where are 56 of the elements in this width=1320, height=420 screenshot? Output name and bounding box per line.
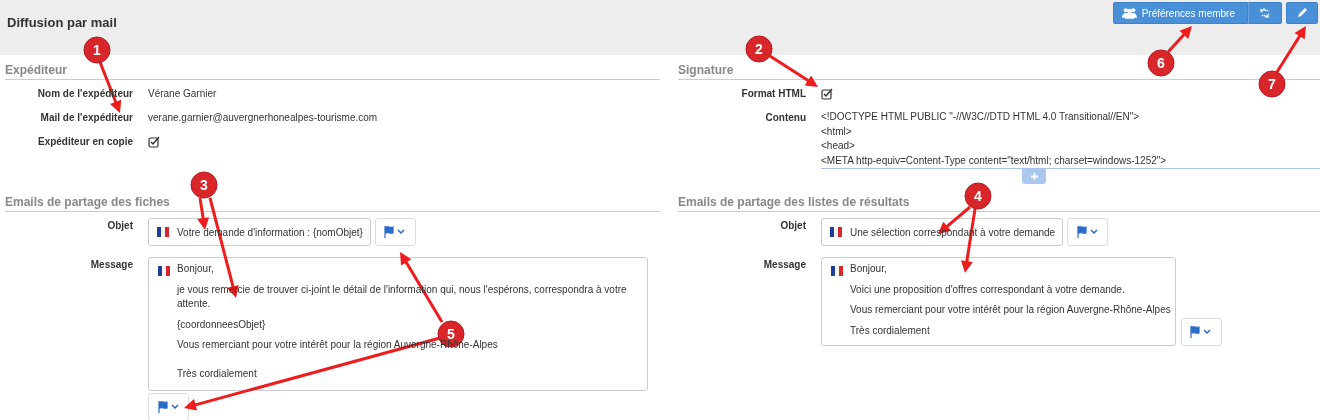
unlink-button[interactable] (1248, 2, 1282, 24)
edit-button[interactable] (1286, 2, 1318, 24)
html-content-box[interactable]: <!DOCTYPE HTML PUBLIC "-//W3C//DTD HTML 4.0 Transitional//EN"> <html> <head> <META http-equiv=Content-Type content="text/html; charset=windows-1252"> (821, 110, 1320, 169)
field-label: Objet (779, 219, 807, 233)
language-dropdown[interactable] (1067, 218, 1109, 246)
annotation-arrow (1275, 26, 1306, 73)
annotation-arrow (769, 54, 818, 87)
message-paragraph: Très cordialement (850, 323, 931, 338)
callout-marker: 2 (745, 35, 773, 63)
code-line: <head> (821, 139, 856, 153)
callout-marker: 4 (964, 182, 992, 210)
flag-caret-icon (1076, 226, 1099, 238)
field-label: Message (89, 258, 134, 272)
field-label: Expéditeur en copie (36, 135, 134, 149)
message-paragraph: Voici une proposition d'offres correspondant à votre demande. (850, 282, 1126, 297)
message-field[interactable] (148, 257, 648, 391)
code-line: <!DOCTYPE HTML PUBLIC "-//W3C//DTD HTML 4.0 Transitional//EN"> (821, 110, 1141, 124)
flag-caret-icon (384, 226, 407, 238)
page-title: Diffusion par mail (7, 15, 117, 30)
field-label: Format HTML (740, 87, 807, 101)
section-heading: Expéditeur (5, 63, 660, 80)
language-dropdown[interactable] (1180, 318, 1222, 346)
callout-marker: 1 (83, 36, 111, 64)
field-value: Vérane Garnier (148, 87, 217, 101)
message-paragraph: Très cordialement (177, 366, 258, 381)
callout-marker: 7 (1258, 70, 1286, 98)
flag-icon (158, 265, 170, 277)
flag-icon (157, 226, 169, 238)
pencil-icon (1296, 7, 1308, 19)
flag-icon (831, 265, 843, 277)
message-paragraph: Vous remerciant pour votre intérêt pour la région Auvergne-Rhône-Alpes (850, 303, 1171, 317)
message-field[interactable]: Bonjour, Voici une proposition d'offres correspondant à votre demande. Vous remerciant pour votre intérêt pour la région Auvergne-Rhône-Alpes Très cordialement (821, 257, 1176, 346)
field-value: verane.garnier@auvergnerhonealpes-tourisme.com (148, 111, 378, 125)
message-paragraph: Bonjour, (177, 262, 215, 276)
callout-marker: 3 (190, 171, 218, 199)
code-line: <html> (821, 124, 853, 139)
users-icon (1121, 7, 1137, 19)
message-paragraph: {coordonneesObjet} (177, 317, 267, 332)
field-label: Message (762, 258, 807, 272)
field-label: Contenu (764, 111, 807, 125)
section-heading: Emails de partage des fiches (5, 195, 660, 212)
annotation-arrow (1166, 26, 1192, 53)
checkbox[interactable] (821, 88, 833, 100)
checkbox[interactable] (148, 136, 160, 148)
field-label: Objet (106, 219, 134, 233)
flag-caret-icon (157, 401, 180, 413)
plus-icon (1029, 172, 1039, 181)
flag-icon (830, 226, 842, 238)
language-dropdown[interactable] (148, 393, 189, 420)
field-label: Mail de l'expéditeur (39, 111, 134, 125)
flag-caret-icon (1190, 326, 1213, 338)
unlink-icon (1259, 7, 1271, 19)
callout-marker: 6 (1147, 49, 1175, 77)
message-paragraph: Bonjour, (850, 262, 888, 276)
language-dropdown[interactable] (374, 218, 416, 246)
code-line: <META http-equiv=Content-Type content="text/html; charset=windows-1252"> (821, 153, 1168, 168)
